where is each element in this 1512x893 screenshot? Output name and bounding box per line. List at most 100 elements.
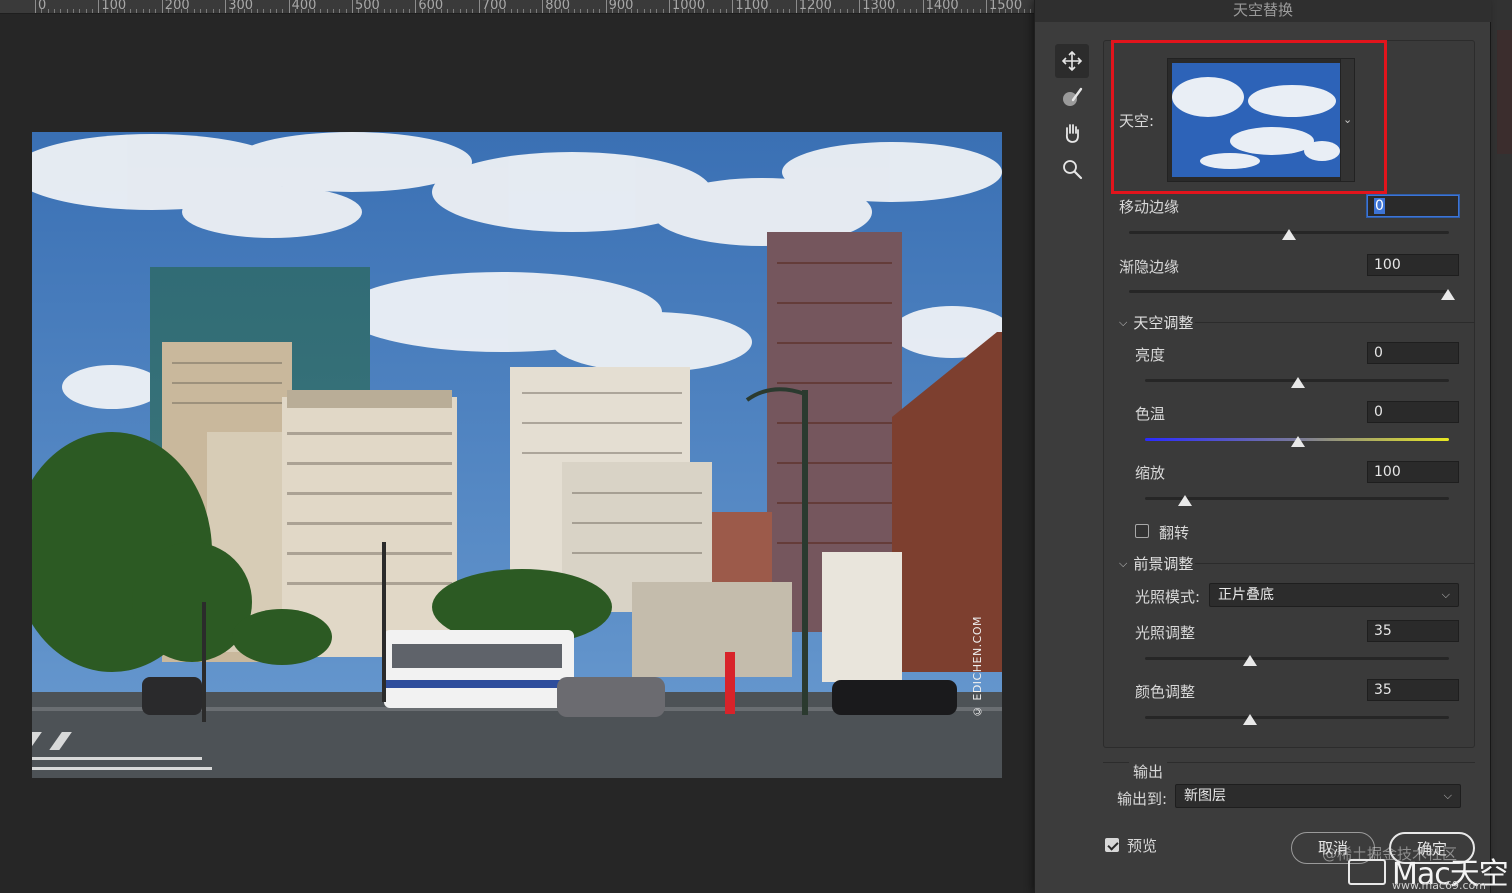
- ruler-minor-tick: [713, 9, 715, 13]
- lighting-mode-select[interactable]: 正片叠底 ⌵: [1209, 583, 1459, 607]
- ruler-minor-tick: [738, 9, 740, 13]
- ruler-minor-tick: [187, 9, 189, 13]
- ruler-minor-tick: [409, 9, 411, 13]
- ruler-minor-tick: [909, 9, 911, 13]
- fade-edge-slider-thumb[interactable]: [1441, 289, 1455, 300]
- ruler-minor-tick: [656, 9, 658, 13]
- ruler-minor-tick: [358, 9, 360, 13]
- ruler-minor-tick: [954, 9, 956, 13]
- ruler-minor-tick: [688, 9, 690, 13]
- ruler-minor-tick: [694, 9, 696, 13]
- ruler-minor-tick: [282, 9, 284, 13]
- shift-edge-input[interactable]: 0: [1367, 195, 1459, 217]
- shift-edge-label: 移动边缘: [1119, 198, 1180, 216]
- temperature-slider-thumb[interactable]: [1291, 436, 1305, 447]
- ruler-minor-tick: [466, 9, 468, 13]
- ruler-minor-tick: [764, 9, 766, 13]
- foreground-adjustments-header[interactable]: ⌵ 前景调整: [1119, 553, 1193, 574]
- flip-checkbox[interactable]: [1135, 524, 1149, 538]
- ruler-minor-tick: [992, 9, 994, 13]
- color-adjust-slider-thumb[interactable]: [1243, 714, 1257, 725]
- zoom-tool[interactable]: [1055, 152, 1089, 186]
- ruler-minor-tick: [789, 9, 791, 13]
- canvas-photo[interactable]: © EDICHEN.COM: [32, 132, 1002, 778]
- right-panel-edge: [1490, 0, 1512, 893]
- ruler-minor-tick: [707, 9, 709, 13]
- output-to-select[interactable]: 新图层 ⌵: [1175, 784, 1461, 808]
- ruler-minor-tick: [244, 9, 246, 13]
- color-adjust-input[interactable]: 35: [1367, 679, 1459, 701]
- hand-tool[interactable]: [1055, 116, 1089, 150]
- lighting-adjust-label: 光照调整: [1135, 624, 1196, 642]
- ruler-minor-tick: [123, 9, 125, 13]
- preview-checkbox[interactable]: [1105, 838, 1119, 852]
- ruler-minor-tick: [434, 9, 436, 13]
- ruler-minor-tick: [916, 9, 918, 13]
- scale-slider-thumb[interactable]: [1178, 495, 1192, 506]
- ruler-minor-tick: [960, 9, 962, 13]
- ruler-minor-tick: [643, 9, 645, 13]
- ruler-minor-tick: [637, 9, 639, 13]
- output-to-label: 输出到:: [1117, 790, 1168, 808]
- scale-input[interactable]: 100: [1367, 461, 1459, 483]
- ruler-major-tick: [922, 0, 924, 13]
- lighting-adjust-input[interactable]: 35: [1367, 620, 1459, 642]
- ruler-minor-tick: [497, 9, 499, 13]
- ruler-minor-tick: [307, 9, 309, 13]
- ruler-minor-tick: [567, 9, 569, 13]
- flip-label: 翻转: [1159, 524, 1190, 542]
- ruler-minor-tick: [941, 9, 943, 13]
- ruler-minor-tick: [237, 9, 239, 13]
- ruler-minor-tick: [180, 9, 182, 13]
- ruler-minor-tick: [903, 9, 905, 13]
- shift-edge-slider-thumb[interactable]: [1282, 229, 1296, 240]
- ruler-minor-tick: [256, 9, 258, 13]
- lighting-mode-label: 光照模式:: [1135, 588, 1201, 606]
- ruler-minor-tick: [117, 9, 119, 13]
- horizontal-ruler[interactable]: 0 100 200 300 400 500 600 700 800 900 1000 1100 1200…: [0, 0, 1034, 14]
- ruler-major-tick: [986, 0, 987, 13]
- ruler-major-tick: [225, 0, 227, 13]
- ruler-minor-tick: [212, 9, 214, 13]
- color-adjust-slider[interactable]: [1145, 716, 1449, 719]
- chevron-down-icon: ⌵: [1441, 588, 1450, 601]
- dialog-title[interactable]: 天空替换: [1035, 0, 1491, 22]
- move-tool[interactable]: [1055, 44, 1089, 78]
- ruler-minor-tick: [231, 9, 233, 13]
- ruler-major-tick: [35, 0, 36, 13]
- ruler-minor-tick: [301, 9, 303, 13]
- fade-edge-slider[interactable]: [1129, 290, 1449, 293]
- ruler-minor-tick: [339, 9, 341, 13]
- ruler-major-tick: [859, 0, 861, 13]
- temperature-input[interactable]: 0: [1367, 401, 1459, 423]
- ruler-minor-tick: [586, 9, 588, 13]
- lighting-adjust-slider-thumb[interactable]: [1243, 655, 1257, 666]
- ruler-minor-tick: [554, 9, 556, 13]
- brightness-input[interactable]: 0: [1367, 342, 1459, 364]
- ruler-minor-tick: [142, 9, 144, 13]
- ruler-minor-tick: [396, 9, 398, 13]
- sky-adjustments-header[interactable]: ⌵ 天空调整: [1119, 312, 1193, 333]
- sky-brush-tool[interactable]: [1055, 80, 1089, 114]
- preview-label: 预览: [1127, 837, 1158, 855]
- ruler-minor-tick: [878, 9, 880, 13]
- ruler-minor-tick: [504, 9, 506, 13]
- chevron-down-icon: ⌵: [1119, 557, 1128, 570]
- ruler-minor-tick: [662, 9, 664, 13]
- ruler-minor-tick: [313, 9, 315, 13]
- ruler-minor-tick: [833, 9, 835, 13]
- ruler-minor-tick: [852, 9, 854, 13]
- brightness-slider-thumb[interactable]: [1291, 377, 1305, 388]
- ruler-minor-tick: [618, 9, 620, 13]
- fade-edge-input[interactable]: 100: [1367, 254, 1459, 276]
- chevron-down-icon: ⌵: [1119, 316, 1128, 329]
- ruler-minor-tick: [130, 9, 132, 13]
- ruler-minor-tick: [472, 9, 474, 13]
- ruler-minor-tick: [998, 9, 1000, 13]
- ruler-minor-tick: [377, 9, 379, 13]
- lighting-adjust-slider[interactable]: [1145, 657, 1449, 660]
- ruler-minor-tick: [897, 9, 899, 13]
- ruler-minor-tick: [681, 9, 683, 13]
- ruler-major-tick: [288, 0, 290, 13]
- ruler-major-tick: [669, 0, 670, 13]
